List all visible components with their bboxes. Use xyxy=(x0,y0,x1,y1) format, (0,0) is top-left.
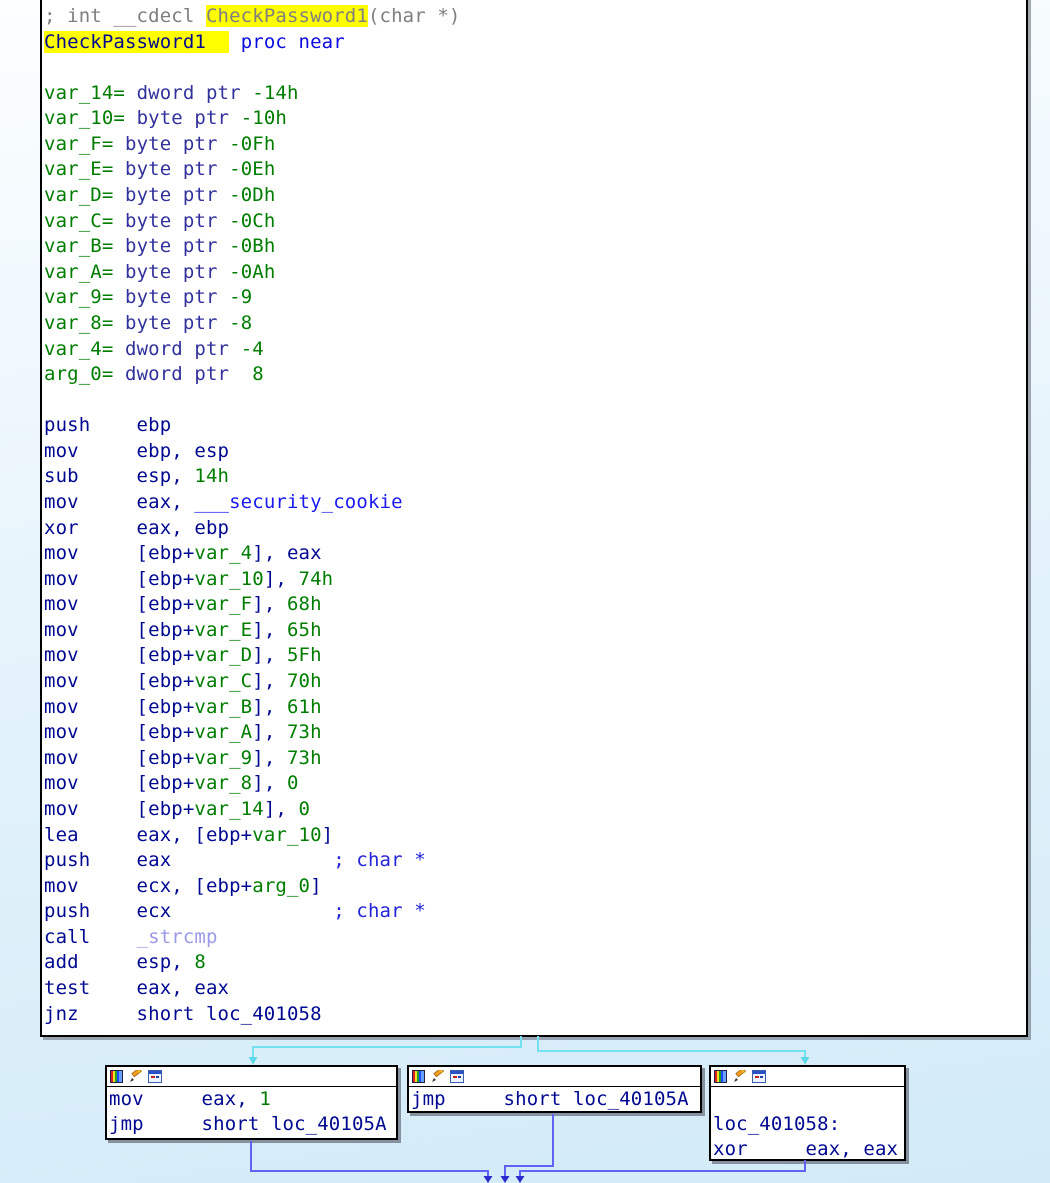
asm-line xyxy=(44,55,461,81)
graph-node-loc-401058[interactable]: loc_401058:xor eax, eax xyxy=(709,1065,906,1161)
asm-line: mov ebp, esp xyxy=(44,439,461,465)
asm-line: var_10= byte ptr -10h xyxy=(44,106,461,132)
asm-line: mov [ebp+var_10], 74h xyxy=(44,567,461,593)
arrowhead-block1-out xyxy=(484,1176,493,1183)
asm-line: mov [ebp+var_14], 0 xyxy=(44,797,461,823)
asm-line: mov [ebp+var_A], 73h xyxy=(44,720,461,746)
edge-branch-left xyxy=(253,1036,521,1058)
asm-line: push ecx ; char * xyxy=(44,899,461,925)
asm-line: xor eax, ebp xyxy=(44,516,461,542)
edge-branch-right xyxy=(538,1036,805,1058)
graph-node-success-branch[interactable]: mov eax, 1jmp short loc_40105A xyxy=(105,1065,398,1140)
node-color-icon[interactable] xyxy=(412,1070,425,1083)
arrowhead-into-block3 xyxy=(801,1057,810,1065)
asm-line: var_E= byte ptr -0Eh xyxy=(44,157,461,183)
asm-line: jnz short loc_401058 xyxy=(44,1002,461,1028)
asm-line: mov ecx, [ebp+arg_0] xyxy=(44,874,461,900)
asm-line xyxy=(44,388,461,414)
arrowhead-into-block1 xyxy=(249,1057,258,1065)
asm-line: arg_0= dword ptr 8 xyxy=(44,362,461,388)
asm-line: var_F= byte ptr -0Fh xyxy=(44,132,461,158)
group-node-icon[interactable] xyxy=(752,1070,766,1083)
asm-line: var_14= dword ptr -14h xyxy=(44,81,461,107)
edge-block2-out xyxy=(505,1114,553,1177)
edit-node-icon[interactable] xyxy=(129,1070,142,1083)
asm-line: mov [ebp+var_8], 0 xyxy=(44,771,461,797)
asm-line: var_B= byte ptr -0Bh xyxy=(44,234,461,260)
asm-line: var_A= byte ptr -0Ah xyxy=(44,260,461,286)
arrowhead-block2-out xyxy=(501,1176,510,1183)
asm-line: test eax, eax xyxy=(44,976,461,1002)
asm-line: mov eax, ___security_cookie xyxy=(44,490,461,516)
ida-graph-view: { "colors": { "background_top": "#fcfeff… xyxy=(0,0,1050,1183)
asm-line: CheckPassword1 proc near xyxy=(44,30,461,56)
group-node-icon[interactable] xyxy=(450,1070,464,1083)
asm-line: mov [ebp+var_4], eax xyxy=(44,541,461,567)
edit-node-icon[interactable] xyxy=(733,1070,746,1083)
disassembly-listing: ; int __cdecl CheckPassword1(char *)Chec… xyxy=(44,4,461,1027)
node-color-icon[interactable] xyxy=(110,1070,123,1083)
group-node-icon[interactable] xyxy=(148,1070,162,1083)
arrowhead-block3-out xyxy=(516,1176,525,1183)
asm-line: add esp, 8 xyxy=(44,950,461,976)
asm-line: mov eax, 1 xyxy=(109,1087,396,1112)
asm-line: mov [ebp+var_E], 65h xyxy=(44,618,461,644)
graph-node-jump[interactable]: jmp short loc_40105A xyxy=(407,1065,702,1113)
asm-line: mov [ebp+var_B], 61h xyxy=(44,695,461,721)
asm-line: call _strcmp xyxy=(44,925,461,951)
edit-node-icon[interactable] xyxy=(431,1070,444,1083)
asm-line: loc_401058: xyxy=(713,1112,904,1137)
disassembly-listing: loc_401058:xor eax, eax xyxy=(711,1087,904,1161)
asm-line: var_D= byte ptr -0Dh xyxy=(44,183,461,209)
node-color-icon[interactable] xyxy=(714,1070,727,1083)
asm-line: var_8= byte ptr -8 xyxy=(44,311,461,337)
asm-line: ; int __cdecl CheckPassword1(char *) xyxy=(44,4,461,30)
asm-line: mov [ebp+var_C], 70h xyxy=(44,669,461,695)
disassembly-listing: jmp short loc_40105A xyxy=(409,1087,700,1112)
asm-line: jmp short loc_40105A xyxy=(109,1112,396,1137)
asm-line xyxy=(713,1087,904,1112)
graph-node-checkpassword1[interactable]: ; int __cdecl CheckPassword1(char *)Chec… xyxy=(40,0,1028,1037)
node-titlebar xyxy=(711,1067,904,1087)
asm-line: var_C= byte ptr -0Ch xyxy=(44,209,461,235)
asm-line: var_9= byte ptr -9 xyxy=(44,285,461,311)
asm-line: sub esp, 14h xyxy=(44,464,461,490)
asm-line: mov [ebp+var_D], 5Fh xyxy=(44,643,461,669)
asm-line: var_4= dword ptr -4 xyxy=(44,337,461,363)
asm-line: mov [ebp+var_9], 73h xyxy=(44,746,461,772)
asm-line: mov [ebp+var_F], 68h xyxy=(44,592,461,618)
disassembly-listing: mov eax, 1jmp short loc_40105A xyxy=(107,1087,396,1137)
asm-line: jmp short loc_40105A xyxy=(411,1087,700,1112)
node-titlebar xyxy=(107,1067,396,1087)
edge-block1-out xyxy=(251,1141,488,1177)
asm-line: push eax ; char * xyxy=(44,848,461,874)
asm-line: push ebp xyxy=(44,413,461,439)
asm-line: lea eax, [ebp+var_10] xyxy=(44,823,461,849)
asm-line: xor eax, eax xyxy=(713,1137,904,1161)
node-titlebar xyxy=(409,1067,700,1087)
edge-block3-out xyxy=(520,1160,805,1177)
